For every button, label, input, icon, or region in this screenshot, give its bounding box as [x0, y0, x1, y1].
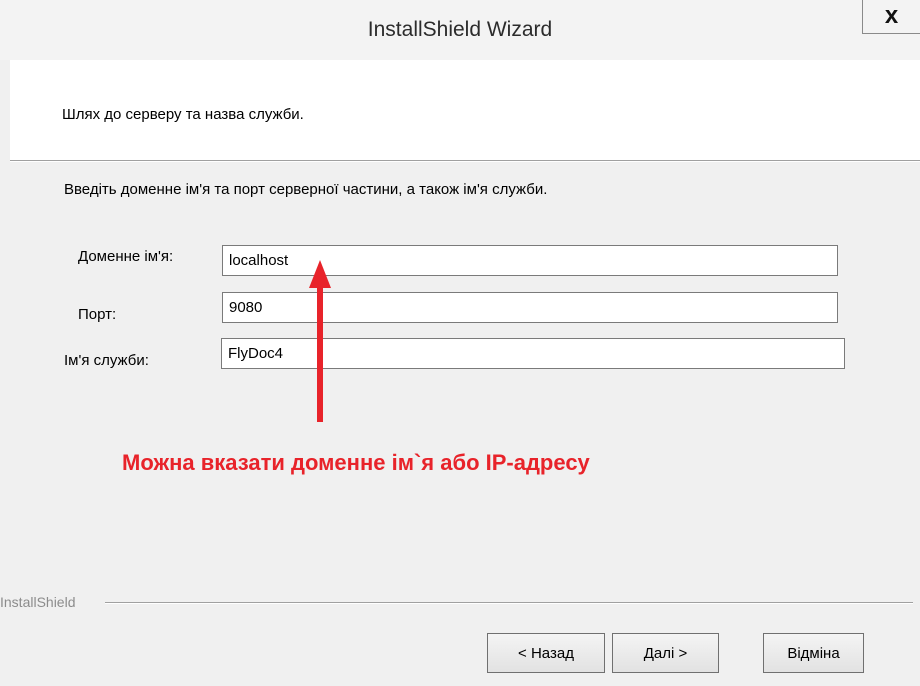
title-bar: InstallShield Wizard x	[0, 0, 920, 60]
annotation-text: Можна вказати доменне ім`я або IP-адресу	[122, 450, 590, 475]
close-icon: x	[884, 2, 899, 29]
header-title: Шлях до серверу та назва служби.	[62, 106, 304, 123]
domain-label: Доменне ім'я:	[78, 248, 174, 265]
instruction-text: Введіть доменне ім'я та порт серверної ч…	[64, 181, 548, 198]
back-button[interactable]: < Назад	[487, 633, 605, 673]
header-divider-highlight	[10, 161, 920, 162]
annotation-arrow-icon	[309, 260, 331, 422]
service-label: Ім'я служби:	[64, 352, 149, 369]
next-button[interactable]: Далі >	[612, 633, 719, 673]
installshield-wizard-window: InstallShield Wizard x Шлях до серверу т…	[0, 0, 920, 686]
installshield-brand: InstallShield	[0, 594, 76, 610]
close-button[interactable]: x	[862, 0, 920, 34]
footer-divider-highlight	[105, 603, 913, 604]
window-title: InstallShield Wizard	[367, 18, 553, 41]
port-label: Порт:	[78, 306, 117, 323]
cancel-button[interactable]: Відміна	[763, 633, 864, 673]
